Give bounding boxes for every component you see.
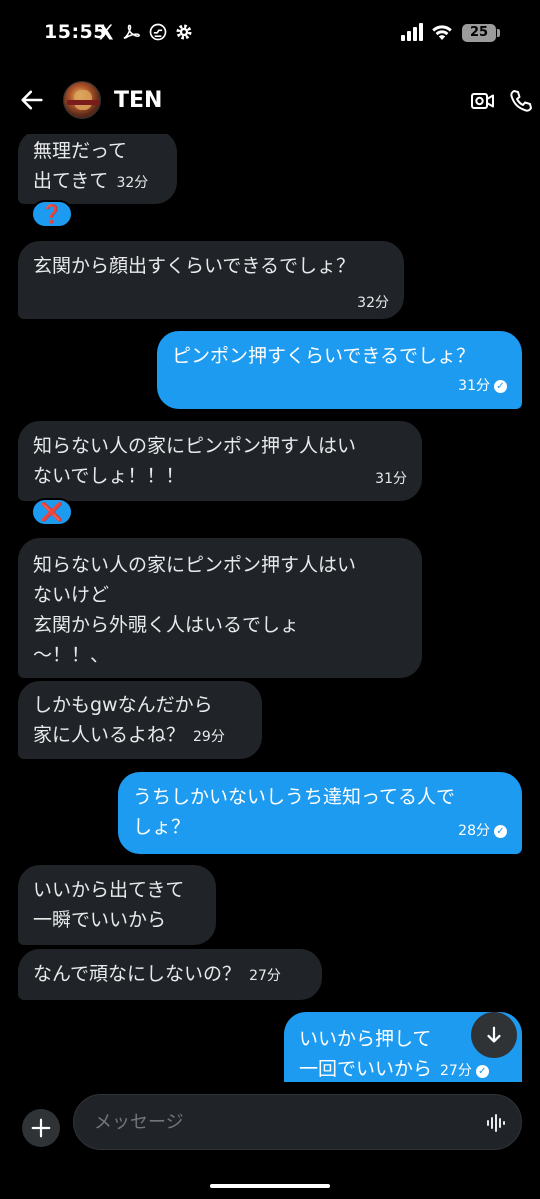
message-text-line: 玄関から外覗く人はいるでしょ [33,614,300,636]
x-logo-icon [99,24,114,40]
chat-header: TEN [0,68,540,134]
message-text-line: ないけど [33,584,110,606]
message-outgoing[interactable]: うちしかいないしうち達知ってる人で しょ？ 28分 ✓ [118,772,522,854]
message-incoming[interactable]: 玄関から顔出すくらいできるでしょ？ 32分 [18,241,404,319]
message-text-line: 出てきて 32分 [33,170,149,192]
message-text-line: 一瞬でいいから [33,909,167,931]
message-composer [0,1082,540,1172]
message-text-line: 知らない人の家にピンポン押す人はい [33,435,357,457]
message-timestamp: 27分 ✓ [440,1063,489,1079]
add-media-button[interactable] [22,1109,60,1147]
message-incoming[interactable]: なんで頑なにしないの？ 27分 [18,949,322,1000]
message-reaction[interactable]: ❌ [31,498,73,526]
message-text-line: しょ？ [133,816,191,838]
back-arrow-icon[interactable] [18,86,46,114]
message-incoming[interactable]: 知らない人の家にピンポン押す人はい ないけど 玄関から外覗く人はいるでしょ 〜！… [18,538,422,678]
avatar[interactable] [63,81,101,119]
read-check-icon: ✓ [475,1064,489,1078]
plus-icon [31,1118,51,1138]
arrow-down-icon [487,1026,501,1043]
message-timestamp: 31分 ✓ [458,377,507,395]
message-incoming[interactable]: 知らない人の家にピンポン押す人はい ないでしょ！！！ 31分 [18,421,422,501]
message-list[interactable]: 無理だって 出てきて 32分 ❓ 玄関から顔出すくらいできるでしょ？ 32分 ピン… [0,134,540,1082]
contact-name[interactable]: TEN [114,88,162,113]
read-check-icon: ✓ [494,824,507,838]
home-indicator [210,1184,330,1188]
message-text-line: 一回でいいから 27分 ✓ [299,1054,507,1082]
message-timestamp: 31分 [375,471,407,487]
message-text-line: ないでしょ！！！ [33,465,185,487]
message-incoming[interactable]: しかもgwなんだから 家に人いるよね？ 29分 [18,681,262,759]
question-mark-emoji: ❓ [40,203,64,225]
message-text-line: いいから出てきて [33,879,185,901]
video-call-icon[interactable] [470,88,496,114]
message-outgoing[interactable]: ピンポン押すくらいできるでしょ？ 31分 ✓ [157,331,522,409]
avatar-band [67,100,99,105]
settings-gear-icon [176,24,192,40]
message-reaction[interactable]: ❓ [31,200,73,228]
speed-icon [149,23,167,41]
message-text-line: しかもgwなんだから [33,694,213,716]
message-text-line: 無理だって [33,140,128,162]
message-timestamp: 32分 [116,175,149,191]
message-incoming[interactable]: いいから出てきて 一瞬でいいから [18,865,216,945]
wifi-icon [432,25,452,40]
message-timestamp: 32分 [357,295,389,311]
message-text-line: なんで頑なにしないの？ 27分 [33,963,281,985]
message-text-line: 知らない人の家にピンポン押す人はい [33,554,357,576]
battery-indicator: 25 [462,24,496,42]
message-text-line: ピンポン押すくらいできるでしょ？ [172,345,476,367]
read-check-icon: ✓ [494,379,507,393]
cross-mark-emoji: ❌ [40,501,64,523]
phone-call-icon[interactable] [508,88,534,114]
message-input[interactable] [94,1107,464,1137]
message-timestamp: 28分 ✓ [458,822,507,840]
acrobat-icon [123,24,140,39]
battery-tip [497,29,500,37]
scroll-to-bottom-button[interactable] [471,1012,517,1058]
message-timestamp: 29分 [193,729,225,745]
message-incoming[interactable]: 無理だって 出てきて 32分 [18,134,177,204]
message-text-line: 玄関から顔出すくらいできるでしょ？ [33,255,356,277]
message-text-line: 家に人いるよね？ 29分 [33,724,225,746]
message-input-container [73,1094,522,1150]
message-text-line: 〜！！、 [33,644,110,666]
message-text-line: うちしかいないしうち達知ってる人で [133,786,456,808]
status-bar: 15:55 25 [0,0,540,68]
message-timestamp: 27分 [249,968,281,984]
cell-signal-icon [401,23,423,41]
voice-message-icon[interactable] [484,1111,508,1135]
